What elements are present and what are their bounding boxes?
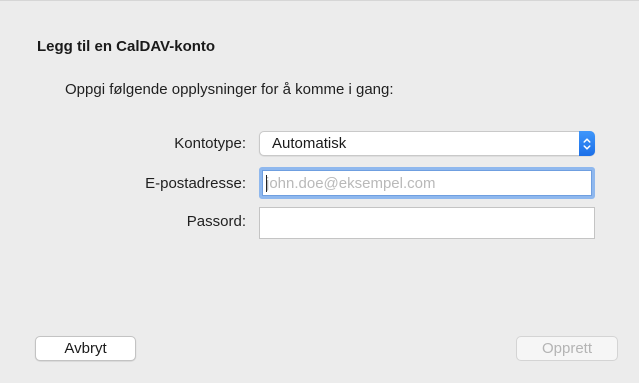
cancel-button[interactable]: Avbryt	[35, 336, 136, 361]
create-button[interactable]: Opprett	[516, 336, 618, 361]
dialog-title: Legg til en CalDAV-konto	[37, 38, 216, 55]
email-input[interactable]	[266, 174, 566, 192]
password-input[interactable]	[266, 214, 566, 232]
account-type-select[interactable]: Automatisk	[259, 131, 595, 156]
select-stepper-icon[interactable]	[579, 131, 595, 156]
window-top-edge	[0, 0, 639, 1]
email-label: E-postadresse:	[145, 175, 246, 192]
password-field[interactable]	[259, 207, 595, 239]
password-label: Passord:	[186, 213, 246, 230]
text-caret	[266, 175, 267, 192]
dialog-subtitle: Oppgi følgende opplysninger for å komme …	[65, 81, 394, 98]
email-field[interactable]	[259, 167, 595, 199]
account-type-label: Kontotype:	[174, 135, 246, 152]
account-type-value: Automatisk	[272, 135, 347, 152]
